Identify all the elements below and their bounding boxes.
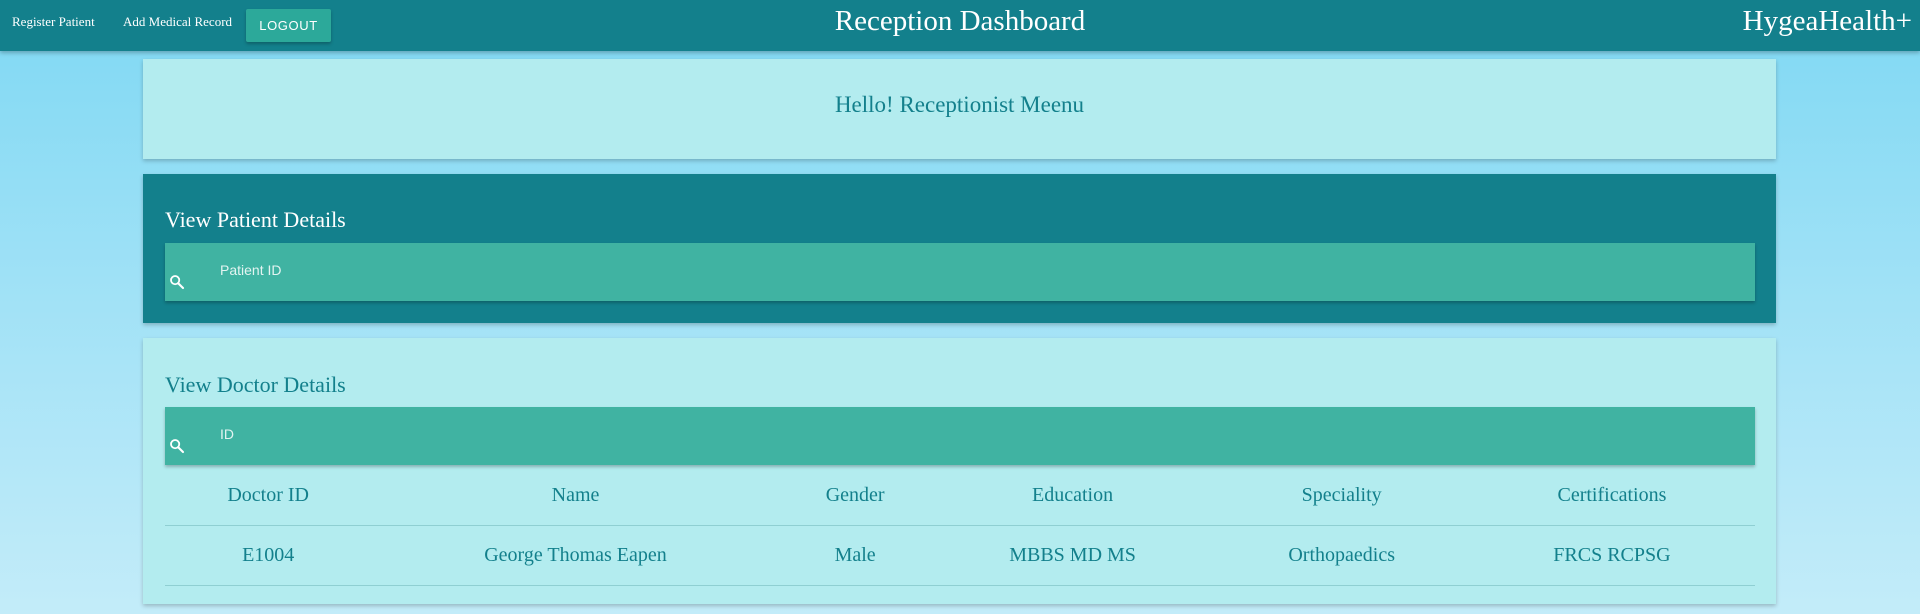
table-row: E1004 George Thomas Eapen Male MBBS MD M…: [165, 525, 1755, 586]
cell-doctor-id: E1004: [165, 525, 372, 586]
top-navbar: Register Patient Add Medical Record LOGO…: [0, 0, 1920, 51]
page-title: Reception Dashboard: [834, 5, 1086, 37]
patient-section-heading: View Patient Details: [165, 207, 346, 232]
greeting-text: Hello! Receptionist Meenu: [834, 92, 1085, 117]
patient-search-bar[interactable]: [165, 243, 1755, 301]
greeting-card: Hello! Receptionist Meenu: [143, 59, 1776, 159]
table-header-row: Doctor ID Name Gender Education Speciali…: [165, 465, 1755, 526]
cell-education: MBBS MD MS: [930, 525, 1215, 586]
patient-id-input[interactable]: [220, 257, 1720, 283]
cell-speciality: Orthopaedics: [1214, 525, 1469, 586]
cell-name: George Thomas Eapen: [371, 525, 780, 586]
column-header-education: Education: [930, 465, 1215, 526]
search-icon: [170, 275, 185, 290]
doctor-details-card: View Doctor Details Doctor ID Name Gende…: [143, 338, 1776, 604]
cell-certifications: FRCS RCPSG: [1468, 525, 1755, 586]
search-icon: [170, 439, 185, 454]
cell-gender: Male: [779, 525, 931, 586]
column-header-gender: Gender: [779, 465, 931, 526]
patient-details-card: View Patient Details: [143, 174, 1776, 323]
column-header-name: Name: [371, 465, 780, 526]
brand-logo-text[interactable]: HygeaHealth+: [1743, 5, 1912, 38]
doctor-search-bar[interactable]: [165, 407, 1755, 465]
column-header-speciality: Speciality: [1214, 465, 1469, 526]
doctor-id-input[interactable]: [220, 421, 1720, 447]
doctor-section-heading: View Doctor Details: [165, 372, 346, 397]
column-header-doctor-id: Doctor ID: [165, 465, 372, 526]
doctor-table: Doctor ID Name Gender Education Speciali…: [165, 465, 1755, 586]
column-header-certifications: Certifications: [1468, 465, 1755, 526]
